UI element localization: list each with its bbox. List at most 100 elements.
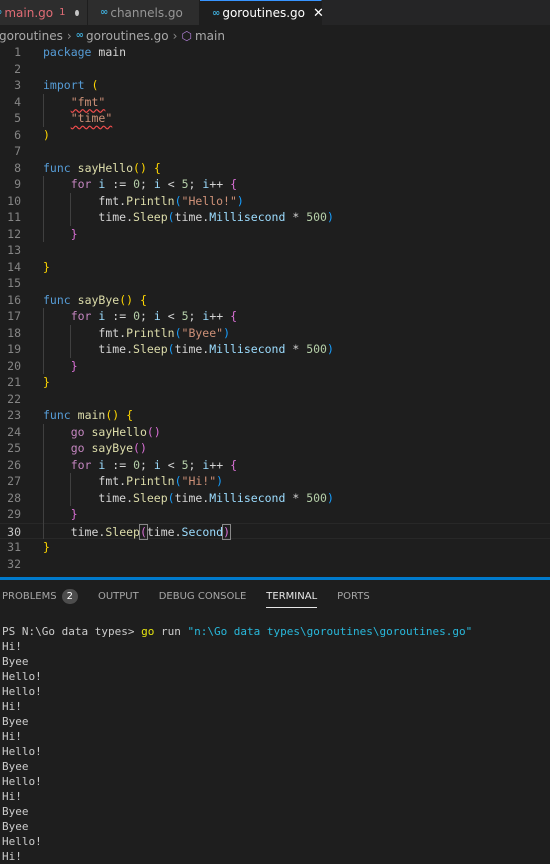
tab-label: main.go (4, 5, 54, 20)
terminal-line: Byee (2, 820, 29, 833)
line-number: 24 (7, 424, 21, 439)
line-number: 25 (7, 441, 21, 455)
terminal-line: Hi! (2, 730, 22, 743)
code-line[interactable]: 3 import ( (0, 77, 550, 94)
code-line[interactable]: 10 fmt.Println("Hello!") (0, 193, 550, 210)
indent-guide (43, 93, 44, 127)
code-editor[interactable]: 1 package main 2 3 import ( 4 "fmt" 5 "time" 6)… (0, 44, 550, 577)
code-line[interactable]: 18 fmt.Println("Byee") (0, 325, 550, 342)
code-line[interactable]: 21} (0, 374, 550, 391)
tab-main-go[interactable]: ∞ main.go 1 (0, 0, 88, 25)
code-line[interactable]: 1 package main (0, 44, 550, 61)
code-text: go sayBye() (70, 441, 147, 455)
line-number: 2 (14, 61, 21, 76)
tab-label: PROBLEMS (2, 590, 57, 602)
line-number: 9 (14, 177, 21, 191)
code-line[interactable]: 4 "fmt" (0, 94, 550, 111)
code-line[interactable]: 31} (0, 539, 550, 556)
tab-goroutines-go[interactable]: ∞ goroutines.go ✕ (200, 0, 324, 25)
line-number: 28 (7, 490, 21, 505)
terminal-line: Hello! (2, 775, 42, 788)
code-line[interactable]: 29 } (0, 506, 550, 523)
terminal-command: go (141, 625, 155, 638)
line-number: 14 (7, 259, 21, 274)
terminal-args: run (154, 625, 188, 638)
code-text: time.Sleep(time.Second) (70, 523, 232, 540)
problem-count: 1 (59, 7, 66, 18)
code-text: fmt.Println("Byee") (98, 325, 230, 340)
code-text: func sayHello() { (43, 160, 161, 175)
code-line[interactable]: 16 func sayBye() { (0, 292, 550, 309)
code-text: func main() { (43, 408, 134, 422)
code-line[interactable]: 13 (0, 242, 550, 259)
line-number: 11 (7, 210, 21, 224)
terminal-prompt: PS N:\Go data types> (2, 625, 142, 638)
code-text: } (70, 358, 78, 373)
line-number: 17 (7, 309, 21, 323)
line-number: 10 (7, 193, 21, 208)
line-number: 3 (14, 78, 21, 92)
breadcrumb-symbol[interactable]: main (195, 29, 225, 43)
code-text: } (43, 259, 50, 274)
tab-terminal[interactable]: TERMINAL (266, 591, 317, 608)
code-line[interactable]: 8 func sayHello() { (0, 160, 550, 177)
line-number: 20 (7, 358, 21, 373)
terminal-output[interactable]: PS N:\Go data types> go run "n:\Go data … (2, 624, 472, 864)
indent-guide (43, 423, 44, 539)
line-number: 6 (14, 127, 21, 142)
symbol-function-icon: ⬡ (181, 28, 192, 43)
line-number: 19 (7, 342, 21, 356)
code-line[interactable]: 24 go sayHello() (0, 424, 550, 441)
code-line[interactable]: 28 time.Sleep(time.Millisecond * 500) (0, 490, 550, 507)
code-line[interactable]: 22 (0, 391, 550, 408)
code-line[interactable]: 15 (0, 275, 550, 292)
code-line[interactable]: 6) (0, 127, 550, 144)
code-line[interactable]: 17 for i := 0; i < 5; i++ { (0, 308, 550, 325)
code-line[interactable]: 32 (0, 556, 550, 573)
breadcrumb: goroutines › ∞ goroutines.go › ⬡ main (0, 27, 550, 44)
code-line[interactable]: 20 } (0, 358, 550, 375)
line-number: 29 (7, 507, 21, 521)
code-text: func sayBye() { (43, 292, 147, 307)
breadcrumb-file[interactable]: goroutines.go (86, 29, 169, 43)
code-line[interactable]: 30 time.Sleep(time.Second) (0, 522, 550, 540)
line-number: 27 (7, 474, 21, 488)
tab-problems[interactable]: PROBLEMS 2 (2, 588, 78, 604)
terminal-line: Hi! (2, 640, 22, 653)
go-file-icon: ∞ (0, 7, 2, 18)
breadcrumb-folder[interactable]: goroutines (0, 29, 63, 43)
code-line[interactable]: 5 "time" (0, 110, 550, 127)
indent-guide (69, 192, 71, 226)
code-line[interactable]: 25 go sayBye() (0, 440, 550, 457)
line-number: 8 (14, 160, 21, 175)
unsaved-dot-icon (75, 9, 79, 16)
line-number: 26 (7, 457, 21, 472)
tab-channels-go[interactable]: ∞ channels.go (88, 0, 200, 25)
code-text: } (43, 540, 50, 554)
code-line[interactable]: 27 fmt.Println("Hi!") (0, 473, 550, 490)
code-line[interactable]: 14} (0, 259, 550, 276)
code-line[interactable]: 11 time.Sleep(time.Millisecond * 500) (0, 209, 550, 226)
code-text: for i := 0; i < 5; i++ { (70, 177, 238, 191)
tab-debug-console[interactable]: DEBUG CONSOLE (159, 591, 247, 602)
tab-output[interactable]: OUTPUT (98, 591, 139, 602)
code-text: "time" (70, 111, 113, 125)
terminal-line: Hello! (2, 670, 42, 683)
close-icon[interactable]: ✕ (313, 6, 324, 21)
code-text: for i := 0; i < 5; i++ { (70, 309, 238, 323)
chevron-right-icon: › (172, 28, 178, 43)
editor-tab-bar: ∞ main.go 1 ∞ channels.go ∞ goroutines.g… (0, 0, 550, 25)
code-line[interactable]: 7 (0, 143, 550, 160)
code-line[interactable]: 26 for i := 0; i < 5; i++ { (0, 457, 550, 474)
code-text: "fmt" (70, 94, 106, 109)
code-line[interactable]: 9 for i := 0; i < 5; i++ { (0, 176, 550, 193)
indent-guide (69, 324, 71, 358)
terminal-line: Hello! (2, 835, 42, 848)
code-line[interactable]: 12 } (0, 226, 550, 243)
tab-ports[interactable]: PORTS (337, 591, 370, 602)
code-line[interactable]: 19 time.Sleep(time.Millisecond * 500) (0, 341, 550, 358)
code-text: package main (43, 45, 127, 59)
code-line[interactable]: 2 (0, 61, 550, 78)
code-line[interactable]: 23 func main() { (0, 407, 550, 424)
code-text: import ( (43, 78, 99, 92)
